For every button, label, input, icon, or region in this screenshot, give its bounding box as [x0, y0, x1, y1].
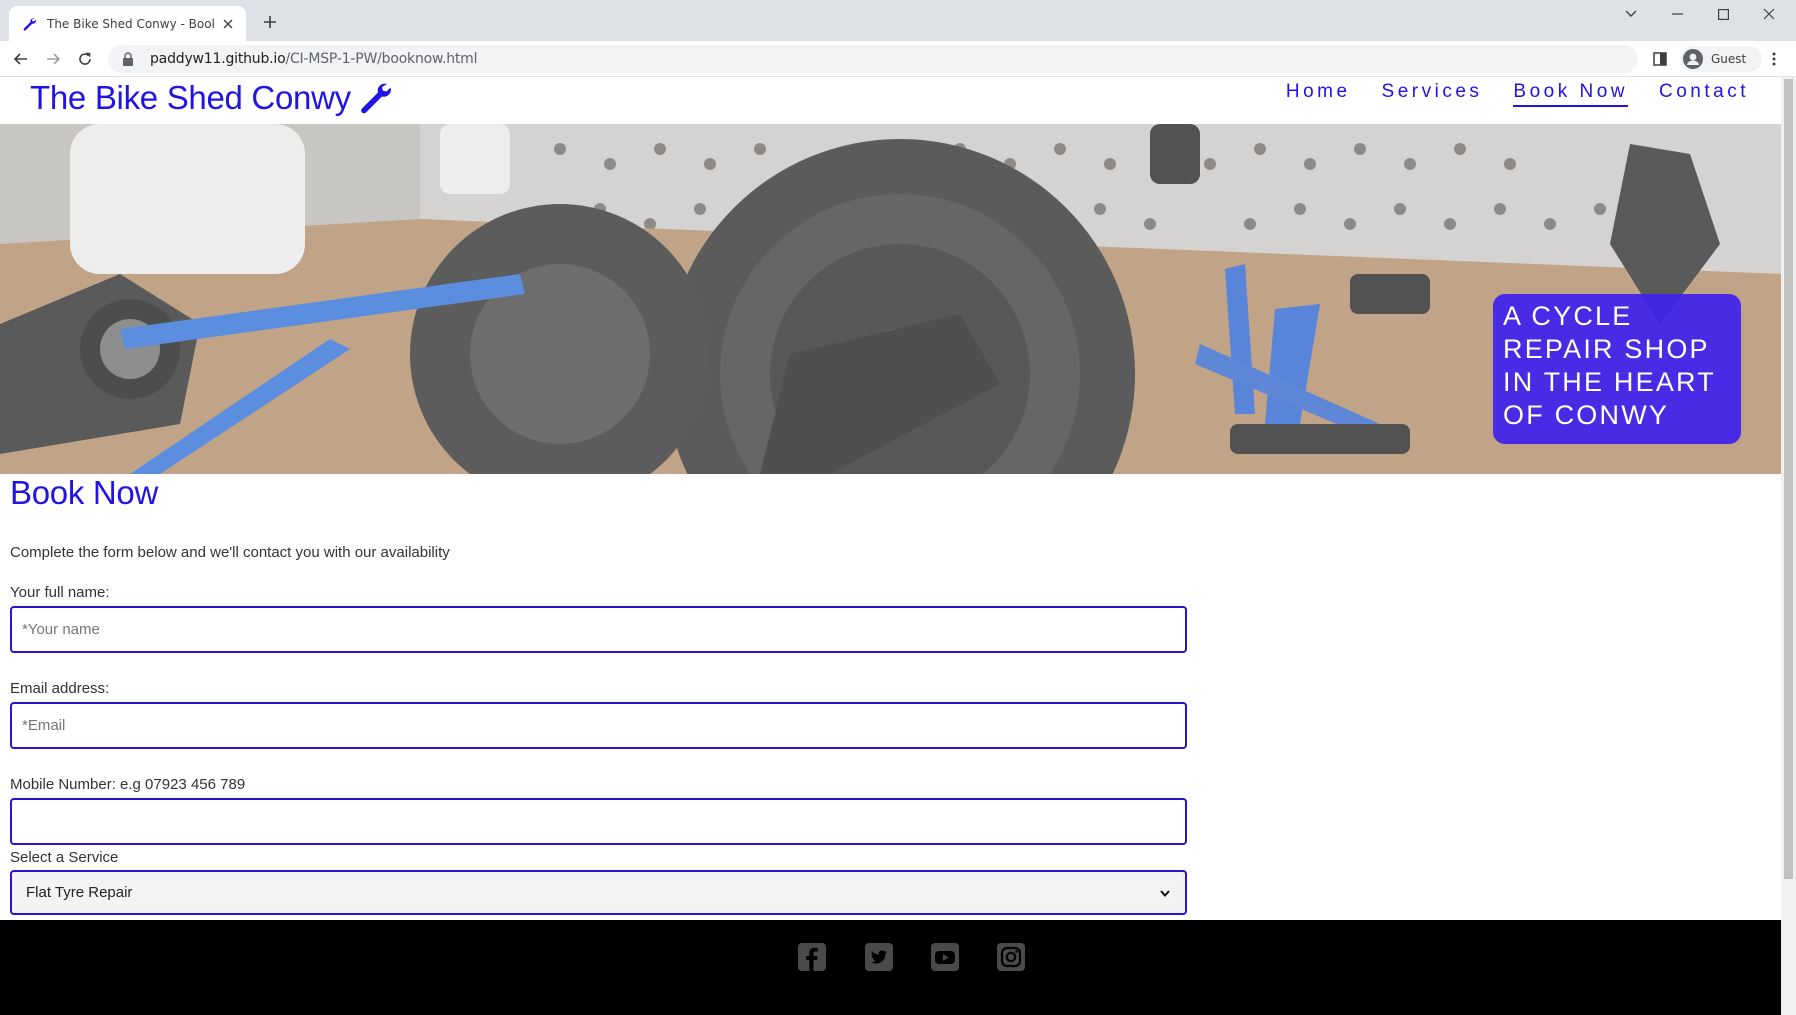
url-domain: paddyw11.github.io	[150, 51, 286, 67]
nav-book-now[interactable]: Book Now	[1513, 81, 1629, 107]
back-icon[interactable]	[9, 47, 33, 71]
name-input[interactable]	[10, 606, 1187, 653]
main-nav: Home Services Book Now Contact	[1255, 81, 1749, 107]
wrench-icon	[357, 80, 393, 116]
hero-banner: A CYCLE REPAIR SHOP IN THE HEART OF CONW…	[0, 124, 1781, 474]
name-label: Your full name:	[10, 584, 110, 601]
wrench-favicon-icon	[21, 16, 37, 32]
hero-tagline: A CYCLE REPAIR SHOP IN THE HEART OF CONW…	[1493, 294, 1741, 444]
service-select[interactable]: Flat Tyre Repair	[10, 870, 1187, 915]
nav-contact[interactable]: Contact	[1659, 81, 1749, 107]
forward-icon[interactable]	[41, 47, 65, 71]
page-title: Book Now	[10, 474, 159, 511]
email-label: Email address:	[10, 680, 110, 697]
browser-tabstrip: The Bike Shed Conwy - Book Now	[0, 0, 1796, 41]
site-header: The Bike Shed Conwy Home Services Book N…	[0, 77, 1781, 124]
mobile-input[interactable]	[10, 798, 1187, 845]
browser-tab[interactable]: The Bike Shed Conwy - Book Now	[9, 6, 246, 41]
profile-label: Guest	[1711, 52, 1747, 66]
browser-toolbar: paddyw11.github.io/CI-MSP-1-PW/booknow.h…	[0, 41, 1796, 77]
facebook-icon[interactable]	[797, 942, 827, 972]
site-brand[interactable]: The Bike Shed Conwy	[30, 79, 393, 117]
kebab-menu-icon[interactable]	[1764, 49, 1784, 69]
url-path: /CI-MSP-1-PW/booknow.html	[285, 51, 478, 67]
page-scrollbar[interactable]	[1781, 77, 1796, 1015]
brand-name: The Bike Shed Conwy	[30, 79, 351, 116]
scrollbar-thumb[interactable]	[1784, 79, 1793, 879]
profile-button[interactable]: Guest	[1680, 46, 1762, 72]
tab-search-icon[interactable]	[1608, 0, 1654, 28]
form-intro: Complete the form below and we'll contac…	[10, 544, 450, 561]
service-label: Select a Service	[10, 849, 119, 866]
address-bar[interactable]: paddyw11.github.io/CI-MSP-1-PW/booknow.h…	[108, 45, 1638, 73]
nav-services[interactable]: Services	[1382, 81, 1483, 107]
chevron-down-icon	[1159, 887, 1171, 899]
minimize-icon[interactable]	[1654, 0, 1700, 28]
tab-title: The Bike Shed Conwy - Book Now	[47, 16, 214, 31]
twitter-icon[interactable]	[864, 942, 894, 972]
avatar-icon	[1683, 49, 1703, 69]
site-footer	[0, 920, 1781, 1015]
reload-icon[interactable]	[73, 47, 97, 71]
email-input[interactable]	[10, 702, 1187, 749]
close-window-icon[interactable]	[1746, 0, 1792, 28]
lock-icon[interactable]	[122, 52, 136, 66]
mobile-label: Mobile Number: e.g 07923 456 789	[10, 776, 246, 793]
page-viewport: The Bike Shed Conwy Home Services Book N…	[0, 77, 1796, 1015]
service-selected-value: Flat Tyre Repair	[26, 884, 133, 901]
youtube-icon[interactable]	[930, 942, 960, 972]
url-text: paddyw11.github.io/CI-MSP-1-PW/booknow.h…	[150, 51, 478, 67]
new-tab-icon[interactable]	[260, 12, 280, 32]
side-panel-icon[interactable]	[1650, 49, 1670, 69]
maximize-icon[interactable]	[1700, 0, 1746, 28]
instagram-icon[interactable]	[996, 942, 1026, 972]
nav-home[interactable]: Home	[1286, 81, 1351, 107]
close-tab-icon[interactable]	[220, 16, 236, 32]
